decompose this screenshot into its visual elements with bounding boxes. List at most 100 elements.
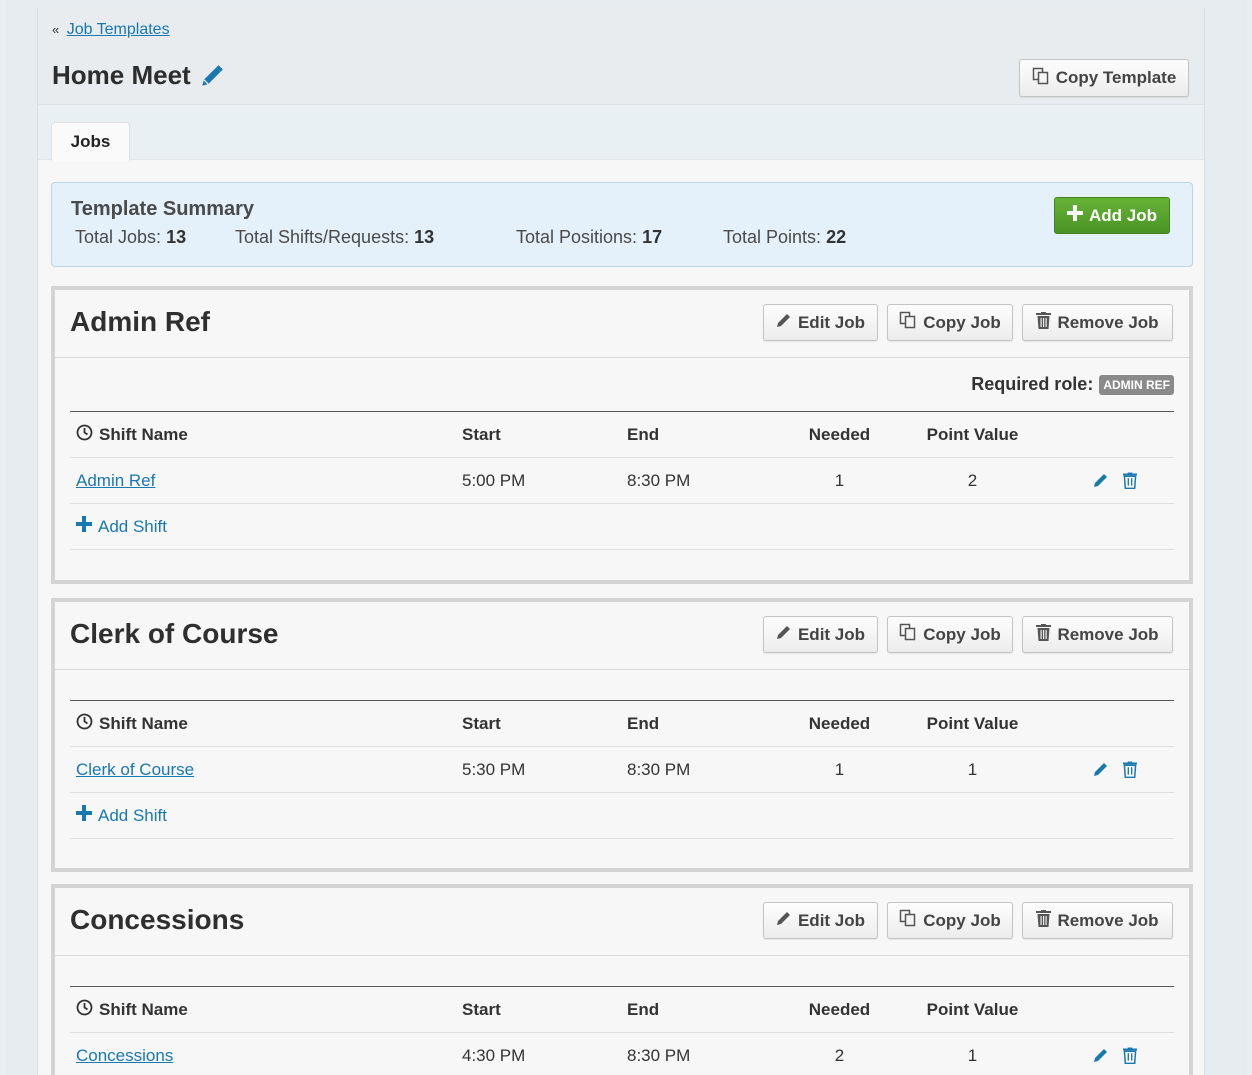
edit-shift-pencil-icon[interactable] — [1093, 761, 1109, 778]
copy-template-label: Copy Template — [1055, 68, 1177, 87]
stat-total-shifts: Total Shifts/Requests: 13 — [235, 227, 434, 248]
copy-job-button[interactable]: Copy Job — [887, 902, 1013, 939]
col-start: Start — [462, 424, 501, 444]
job-card-clerk-of-course: Clerk of Course Edit Job Copy Job Remove… — [51, 598, 1193, 872]
copy-template-button[interactable]: Copy Template — [1019, 59, 1189, 97]
add-job-label: Add Job — [1089, 205, 1157, 225]
cell-actions — [1039, 472, 1174, 489]
plus-icon — [76, 516, 92, 537]
col-end: End — [627, 424, 660, 444]
shifts-table: Shift Name Start End Needed Point Value … — [70, 411, 1174, 550]
stat-total-jobs: Total Jobs: 13 — [75, 227, 186, 248]
job-title: Admin Ref — [70, 306, 210, 337]
stat-label: Total Shifts/Requests: — [235, 227, 410, 247]
edit-shift-pencil-icon[interactable] — [1093, 472, 1109, 489]
job-actions: Edit Job Copy Job Remove Job — [763, 616, 1173, 653]
cell-needed: 1 — [834, 470, 845, 490]
cell-points: 1 — [967, 759, 978, 779]
col-start: Start — [462, 999, 501, 1019]
col-shift-name-label: Shift Name — [99, 424, 188, 444]
trash-icon — [1036, 623, 1052, 646]
stat-label: Total Points: — [723, 227, 822, 247]
cell-shift-name: Concessions — [70, 1046, 462, 1066]
edit-job-button[interactable]: Edit Job — [763, 616, 878, 653]
job-header: Admin Ref Edit Job Copy Job Remove Job — [55, 290, 1189, 358]
role-badge: ADMIN REF — [1099, 374, 1174, 395]
col-start: Start — [462, 713, 501, 733]
add-shift-button[interactable]: Add Shift — [70, 805, 167, 826]
table-header-row: Shift Name Start End Needed Point Value — [70, 987, 1174, 1033]
edit-shift-pencil-icon[interactable] — [1093, 1047, 1109, 1064]
breadcrumb-job-templates-link[interactable]: Job Templates — [67, 21, 170, 38]
clock-icon — [76, 713, 93, 735]
stat-value: 17 — [642, 227, 663, 247]
copy-job-button[interactable]: Copy Job — [887, 304, 1013, 341]
add-shift-label: Add Shift — [98, 516, 167, 536]
table-row: Admin Ref 5:00 PM 8:30 PM 1 2 — [70, 458, 1174, 504]
copy-icon — [899, 909, 917, 932]
copy-icon — [1032, 67, 1050, 90]
remove-job-button[interactable]: Remove Job — [1022, 304, 1173, 341]
table-header-row: Shift Name Start End Needed Point Value — [70, 412, 1174, 458]
table-header-row: Shift Name Start End Needed Point Value — [70, 701, 1174, 747]
job-body: Shift Name Start End Needed Point Value … — [55, 956, 1189, 1075]
template-panel: « Job Templates Home Meet Copy Template … — [37, 8, 1205, 1075]
cell-start: 5:30 PM — [462, 759, 526, 779]
col-end: End — [627, 713, 660, 733]
tab-jobs[interactable]: Jobs — [51, 122, 130, 161]
plus-icon — [1067, 205, 1083, 226]
remove-job-label: Remove Job — [1057, 910, 1159, 930]
stat-value: 13 — [166, 227, 187, 247]
cell-end: 8:30 PM — [627, 470, 691, 490]
copy-icon — [899, 311, 917, 334]
shift-link[interactable]: Clerk of Course — [76, 760, 194, 780]
remove-job-button[interactable]: Remove Job — [1022, 902, 1173, 939]
page-title-wrap: Home Meet — [52, 60, 225, 91]
job-header: Clerk of Course Edit Job Copy Job Remove… — [55, 602, 1189, 670]
col-point-value: Point Value — [926, 424, 1019, 444]
copy-job-label: Copy Job — [923, 910, 1001, 930]
summary-title: Template Summary — [71, 198, 255, 220]
col-point-value: Point Value — [926, 713, 1019, 733]
shifts-table: Shift Name Start End Needed Point Value … — [70, 986, 1174, 1075]
add-shift-button[interactable]: Add Shift — [70, 516, 167, 537]
stat-total-positions: Total Positions: 17 — [516, 227, 662, 248]
shift-link[interactable]: Concessions — [76, 1046, 173, 1066]
job-actions: Edit Job Copy Job Remove Job — [763, 902, 1173, 939]
plus-icon — [76, 805, 92, 826]
delete-shift-trash-icon[interactable] — [1122, 472, 1137, 489]
job-body: Required role: ADMIN REF Shift Name Star… — [55, 358, 1189, 550]
trash-icon — [1036, 311, 1052, 334]
page-background: « Job Templates Home Meet Copy Template … — [7, 0, 1247, 1075]
edit-job-button[interactable]: Edit Job — [763, 902, 878, 939]
job-header: Concessions Edit Job Copy Job Remove Job — [55, 888, 1189, 956]
table-row: Concessions 4:30 PM 8:30 PM 2 1 — [70, 1033, 1174, 1075]
add-shift-row: Add Shift — [70, 793, 1174, 839]
remove-job-label: Remove Job — [1057, 624, 1159, 644]
shift-link[interactable]: Admin Ref — [76, 471, 155, 491]
required-role-label: Required role: — [971, 374, 1094, 394]
copy-job-button[interactable]: Copy Job — [887, 616, 1013, 653]
delete-shift-trash-icon[interactable] — [1122, 1047, 1137, 1064]
edit-job-label: Edit Job — [797, 624, 866, 644]
copy-job-label: Copy Job — [923, 312, 1001, 332]
remove-job-button[interactable]: Remove Job — [1022, 616, 1173, 653]
add-shift-row: Add Shift — [70, 504, 1174, 550]
copy-icon — [899, 623, 917, 646]
col-shift-name-label: Shift Name — [99, 713, 188, 733]
delete-shift-trash-icon[interactable] — [1122, 761, 1137, 778]
cell-points: 1 — [967, 1045, 978, 1065]
page-header: « Job Templates Home Meet Copy Template — [38, 8, 1204, 105]
col-needed: Needed — [808, 424, 871, 444]
tab-bar: Jobs — [38, 105, 1204, 161]
remove-job-label: Remove Job — [1057, 312, 1159, 332]
edit-job-button[interactable]: Edit Job — [763, 304, 878, 341]
stat-value: 13 — [414, 227, 435, 247]
breadcrumb: « Job Templates — [52, 21, 170, 39]
cell-end: 8:30 PM — [627, 1045, 691, 1065]
cell-end: 8:30 PM — [627, 759, 691, 779]
job-title: Concessions — [70, 904, 245, 935]
edit-title-pencil-icon[interactable] — [199, 63, 225, 89]
add-job-button[interactable]: Add Job — [1054, 197, 1170, 234]
template-summary: Template Summary Total Jobs: 13 Total Sh… — [51, 182, 1193, 267]
